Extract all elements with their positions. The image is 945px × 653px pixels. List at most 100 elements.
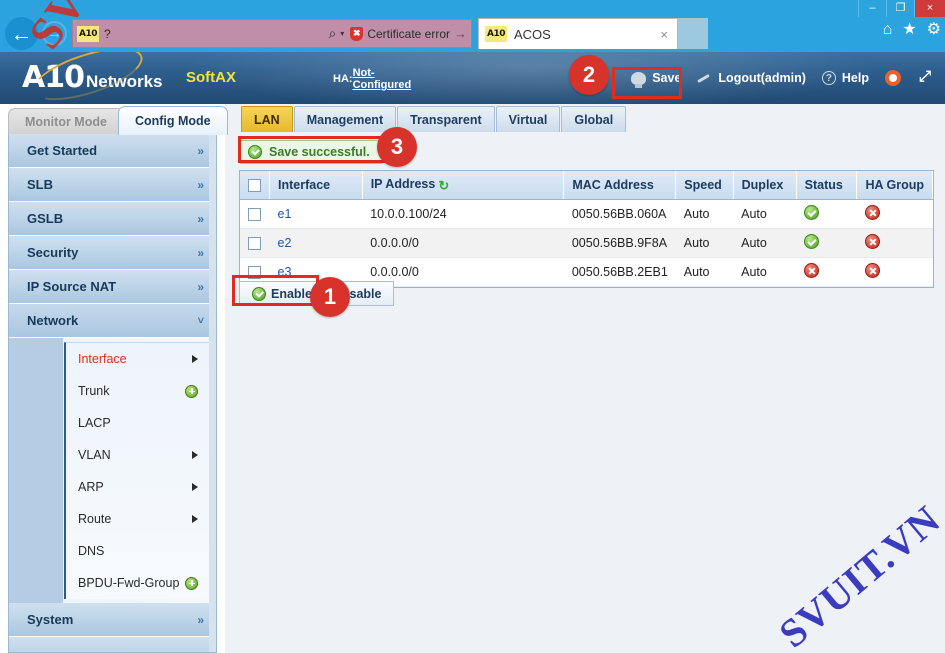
expand-icon[interactable]: ⤢ <box>917 69 933 86</box>
tab-lan[interactable]: LAN <box>241 106 293 132</box>
help-action[interactable]: ? Help <box>821 71 869 85</box>
back-arrow-icon[interactable]: ← <box>5 17 38 50</box>
address-bar[interactable]: A10 ? ⌕ ▾ ✖ Certificate error → <box>72 19 472 48</box>
column-ip-address[interactable]: IP Address ↻ <box>362 171 565 200</box>
ha-status-link[interactable]: Not-Configured <box>353 67 419 91</box>
sidebar-subitem-lacp[interactable]: LACP <box>66 407 216 439</box>
column-ha-group[interactable]: HA Group <box>856 171 933 200</box>
header-actions: Save Logout(admin) ? Help ⤢ <box>631 69 933 88</box>
search-icon[interactable]: ⌕ <box>326 25 338 42</box>
tab-virtual[interactable]: Virtual <box>495 106 561 132</box>
address-input[interactable]: ? <box>99 27 326 41</box>
cell-ha-group <box>856 257 933 287</box>
sidebar-item-get-started[interactable]: Get Started » <box>9 134 216 168</box>
tab-close-icon[interactable]: × <box>660 27 671 42</box>
cell-mac-address: 0050.56BB.060A <box>563 199 676 229</box>
sidebar-item-network[interactable]: Network ˅ <box>9 304 216 338</box>
row-checkbox[interactable] <box>248 266 261 280</box>
sidebar-item-system[interactable]: System » <box>9 603 216 637</box>
save-action[interactable]: Save <box>631 71 681 88</box>
content-tab-bar: LAN Management Transparent Virtual Globa… <box>241 106 627 132</box>
sidebar-subitem-dns[interactable]: DNS <box>66 535 216 567</box>
sidebar-item-slb[interactable]: SLB » <box>9 168 216 202</box>
save-successful-message: Save successful. <box>239 140 383 164</box>
sidebar-subitem-arp[interactable]: ARP <box>66 471 216 503</box>
success-check-icon <box>248 145 262 159</box>
sidebar-subitem-trunk[interactable]: Trunk <box>66 375 216 407</box>
certificate-error-badge[interactable]: ✖ Certificate error <box>350 26 454 41</box>
app-root: – ❐ × ← → A10 ? ⌕ ▾ ✖ Certificate error … <box>0 0 945 653</box>
go-arrow-icon[interactable]: → <box>454 26 467 41</box>
interface-link[interactable]: e2 <box>278 236 292 250</box>
cell-ip-address: 10.0.0.100/24 <box>362 199 564 229</box>
cell-status <box>796 228 857 258</box>
row-checkbox[interactable] <box>248 208 261 222</box>
cell-ha-group <box>856 228 933 258</box>
tab-config-mode[interactable]: Config Mode <box>117 106 228 135</box>
table-row[interactable]: e1 10.0.0.100/24 0050.56BB.060A Auto Aut… <box>240 199 933 229</box>
gear-icon[interactable]: ⚙ <box>927 22 941 38</box>
row-checkbox-cell <box>240 228 270 258</box>
table-row[interactable]: e2 0.0.0.0/0 0050.56BB.9F8A Auto Auto <box>240 228 933 258</box>
select-all-checkbox[interactable] <box>248 179 261 193</box>
close-icon[interactable]: × <box>914 0 945 17</box>
interface-table: Interface IP Address ↻ MAC Address Speed … <box>239 170 934 288</box>
sidebar-item-security[interactable]: Security » <box>9 236 216 270</box>
sidebar-label-network: Network <box>27 313 79 328</box>
home-icon[interactable]: ⌂ <box>883 22 893 38</box>
sidebar-subitem-vlan[interactable]: VLAN <box>66 439 216 471</box>
chevron-right-icon: » <box>197 612 204 627</box>
column-interface[interactable]: Interface <box>269 171 363 200</box>
tab-monitor-mode[interactable]: Monitor Mode <box>8 108 124 135</box>
add-plus-icon[interactable] <box>185 576 198 590</box>
browser-tab-strip: A10 ACOS × <box>478 18 708 49</box>
column-mac-address[interactable]: MAC Address <box>563 171 677 200</box>
tab-transparent[interactable]: Transparent <box>397 106 495 132</box>
new-tab-button[interactable] <box>678 18 708 49</box>
cell-interface: e1 <box>269 199 363 229</box>
favorites-star-icon[interactable]: ★ <box>902 22 916 38</box>
browser-tab-acos[interactable]: A10 ACOS × <box>478 18 678 49</box>
sidebar-subitem-interface[interactable]: Interface <box>66 343 216 375</box>
sidebar-label-ip-source-nat: IP Source NAT <box>27 279 117 294</box>
sidebar-subitem-bpdu-fwd-group[interactable]: BPDU-Fwd-Group <box>66 567 216 599</box>
ha-group-down-icon <box>864 263 880 278</box>
arrow-right-icon <box>192 483 198 491</box>
add-plus-icon[interactable] <box>185 384 198 398</box>
sidebar-item-gslb[interactable]: GSLB » <box>9 202 216 236</box>
cell-ha-group <box>856 199 933 229</box>
cell-speed: Auto <box>675 228 734 258</box>
sidebar-item-ip-source-nat[interactable]: IP Source NAT » <box>9 270 216 304</box>
status-up-icon <box>804 205 820 220</box>
cell-ip-address: 0.0.0.0/0 <box>362 228 564 258</box>
row-checkbox[interactable] <box>248 237 261 251</box>
sidebar-scrollbar[interactable] <box>209 134 216 652</box>
cell-duplex: Auto <box>733 257 797 287</box>
sidebar-subitem-route[interactable]: Route <box>66 503 216 535</box>
maximize-icon[interactable]: ❐ <box>886 0 914 17</box>
column-status[interactable]: Status <box>796 171 858 200</box>
chevron-down-icon[interactable]: ▾ <box>338 29 350 38</box>
sidebar-label-system: System <box>27 612 74 627</box>
cell-status <box>796 199 857 229</box>
tab-global[interactable]: Global <box>561 106 627 132</box>
column-ip-address-label: IP Address <box>370 177 436 191</box>
tab-management[interactable]: Management <box>293 106 397 132</box>
annotation-marker-2: 2 <box>569 55 609 95</box>
refresh-icon[interactable]: ↻ <box>438 179 451 193</box>
minimize-icon[interactable]: – <box>858 0 886 17</box>
column-speed[interactable]: Speed <box>675 171 734 200</box>
interface-link[interactable]: e1 <box>278 207 292 221</box>
sidebar-item-partial[interactable] <box>9 637 216 652</box>
ha-group-down-icon <box>864 205 880 220</box>
forward-arrow-icon[interactable]: → <box>42 21 67 46</box>
chevron-right-icon: » <box>197 143 204 158</box>
logout-action[interactable]: Logout(admin) <box>697 71 805 85</box>
interface-link[interactable]: e3 <box>278 265 292 279</box>
product-name: SoftAX <box>186 69 236 86</box>
cell-speed: Auto <box>675 199 734 229</box>
column-duplex[interactable]: Duplex <box>733 171 797 200</box>
lifering-icon[interactable] <box>885 70 901 86</box>
arrow-right-icon <box>192 355 198 363</box>
cell-interface: e2 <box>269 228 363 258</box>
